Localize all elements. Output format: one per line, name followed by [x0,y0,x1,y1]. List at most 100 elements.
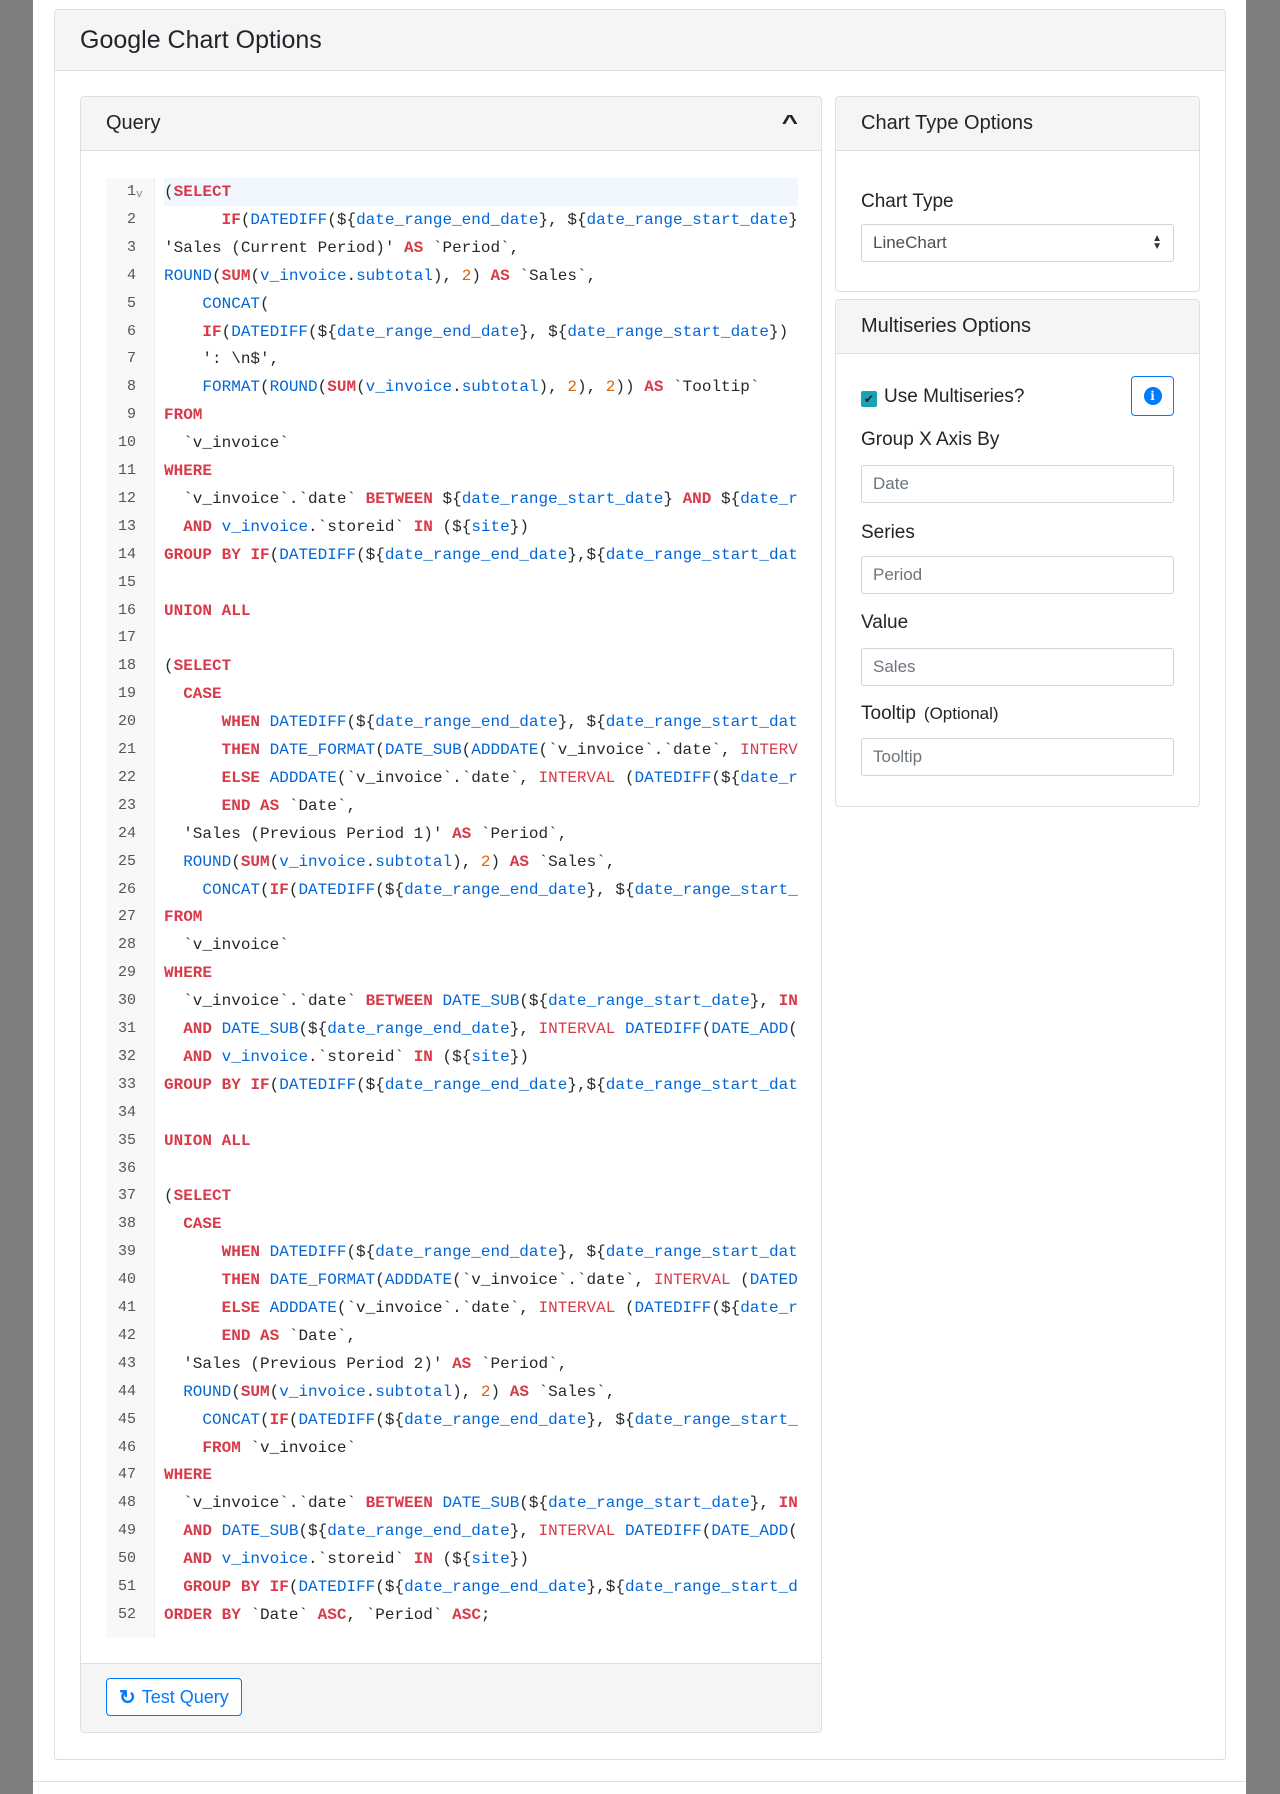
test-query-button[interactable]: ↻ Test Query [106,1678,242,1716]
code-line[interactable]: 10 `v_invoice` [106,429,798,457]
line-number: 49 [117,1522,136,1540]
series-input[interactable] [861,556,1174,594]
code-line[interactable]: 28 `v_invoice` [106,931,798,959]
tooltip-label-text: Tooltip [861,703,916,724]
code-text: END AS `Date`, [221,796,357,815]
code-line[interactable]: 37 (SELECT [106,1182,798,1210]
use-multiseries-checkbox[interactable]: ✔ [861,391,877,407]
query-header[interactable]: Query ^ [81,97,821,151]
code-text: ELSE ADDDATE(`v_invoice`.`date`, INTERVA… [221,768,798,787]
code-line[interactable]: 13 AND v_invoice.`storeid` IN (${site}) [106,513,798,541]
code-line[interactable]: 51 GROUP BY IF(DATEDIFF(${date_range_end… [106,1573,798,1601]
code-line[interactable]: 38 CASE [106,1210,798,1238]
code-line[interactable]: 6 IF(DATEDIFF(${date_range_end_date}, ${… [106,318,798,346]
code-line[interactable]: 27 FROM [106,903,798,931]
fold-arrow-icon[interactable]: v [136,181,143,209]
code-line[interactable]: 29 WHERE [106,959,798,987]
select-arrows-icon: ▲ ▼ [1152,233,1162,252]
code-text: IF(DATEDIFF(${date_range_end_date}, ${da… [221,210,798,229]
code-line[interactable]: 36 [106,1155,798,1183]
code-line[interactable]: 24 'Sales (Previous Period 1)' AS `Perio… [106,820,798,848]
code-line[interactable]: 3 'Sales (Current Period)' AS `Period`, [106,234,798,262]
code-text: (SELECT [164,657,232,676]
code-line[interactable]: 41 ELSE ADDDATE(`v_invoice`.`date`, INTE… [106,1294,798,1322]
code-line[interactable]: 46 FROM `v_invoice` [106,1434,798,1462]
code-line[interactable]: 15 [106,569,798,597]
code-line[interactable]: 11 WHERE [106,457,798,485]
code-line[interactable]: 1 v (SELECT [106,178,798,206]
code-line[interactable]: 52 ORDER BY `Date` ASC, `Period` ASC; [106,1601,798,1629]
code-line[interactable]: 2 IF(DATEDIFF(${date_range_end_date}, ${… [106,206,798,234]
code-line[interactable]: 26 CONCAT(IF(DATEDIFF(${date_range_end_d… [106,876,798,904]
code-line[interactable]: 39 WHEN DATEDIFF(${date_range_end_date},… [106,1238,798,1266]
code-line[interactable]: 45 CONCAT(IF(DATEDIFF(${date_range_end_d… [106,1406,798,1434]
chart-type-select[interactable]: LineChart ▲ ▼ [861,224,1174,262]
value-label: Value [861,612,909,633]
code-line[interactable]: 16 UNION ALL [106,597,798,625]
sql-editor[interactable]: 1 v (SELECT 2 IF(DATEDIFF(${date_range_end_… [106,178,798,1638]
tooltip-label: Tooltip (Optional) [861,703,999,725]
code-text: `v_invoice` [183,434,289,453]
code-line[interactable]: 47 WHERE [106,1461,798,1489]
query-footer: ↻ Test Query [81,1663,821,1732]
chevron-up-icon[interactable]: ^ [782,112,798,135]
code-line[interactable]: 49 AND DATE_SUB(${date_range_end_date}, … [106,1517,798,1545]
line-number: 35 [117,1131,136,1149]
line-number: 46 [117,1438,136,1456]
code-line[interactable]: 33 GROUP BY IF(DATEDIFF(${date_range_end_… [106,1071,798,1099]
code-text: CONCAT(IF(DATEDIFF(${date_range_end_date… [202,1410,798,1429]
code-line[interactable]: 30 `v_invoice`.`date` BETWEEN DATE_SUB($… [106,987,798,1015]
code-line[interactable]: 17 [106,624,798,652]
code-text: (SELECT [164,1187,232,1206]
code-line[interactable]: 4 ROUND(SUM(v_invoice.subtotal), 2) AS `S… [106,262,798,290]
code-text: FORMAT(ROUND(SUM(v_invoice.subtotal), 2)… [202,378,760,397]
value-input[interactable] [861,648,1174,686]
code-text: GROUP BY IF(DATEDIFF(${date_range_end_da… [183,1578,798,1596]
code-line[interactable]: 43 'Sales (Previous Period 2)' AS `Perio… [106,1350,798,1378]
chart-type-header: Chart Type Options [836,97,1199,151]
code-line[interactable]: 32 AND v_invoice.`storeid` IN (${site}) [106,1043,798,1071]
test-query-label: Test Query [141,1686,229,1707]
code-line[interactable]: 42 END AS `Date`, [106,1322,798,1350]
code-line[interactable]: 5 CONCAT( [106,290,798,318]
multiseries-title: Multiseries Options [861,315,1032,337]
code-line[interactable]: 20 WHEN DATEDIFF(${date_range_end_date},… [106,708,798,736]
tooltip-input[interactable] [861,738,1174,776]
code-line[interactable]: 21 THEN DATE_FORMAT(DATE_SUB(ADDDATE(`v_… [106,736,798,764]
code-line[interactable]: 8 FORMAT(ROUND(SUM(v_invoice.subtotal), … [106,373,798,401]
code-line[interactable]: 34 [106,1099,798,1127]
code-line[interactable]: 44 ROUND(SUM(v_invoice.subtotal), 2) AS … [106,1378,798,1406]
code-text: UNION ALL [164,601,251,620]
line-number: 42 [117,1326,136,1344]
code-line[interactable]: 14 GROUP BY IF(DATEDIFF(${date_range_end_… [106,541,798,569]
code-line[interactable]: 50 AND v_invoice.`storeid` IN (${site}) [106,1545,798,1573]
group-x-axis-input[interactable] [861,465,1174,503]
code-text: AND DATE_SUB(${date_range_end_date}, INT… [183,1522,798,1541]
info-icon: i [1143,387,1162,405]
code-line[interactable]: 25 ROUND(SUM(v_invoice.subtotal), 2) AS … [106,848,798,876]
code-line[interactable]: 19 CASE [106,680,798,708]
code-text: END AS `Date`, [221,1326,357,1345]
info-button[interactable]: i [1131,376,1174,416]
code-text: GROUP BY IF(DATEDIFF(${date_range_end_da… [164,545,798,564]
code-line[interactable]: 18 (SELECT [106,652,798,680]
code-text: `v_invoice`.`date` BETWEEN ${date_range_… [183,489,798,508]
code-line[interactable]: 7 ': \n$', [106,345,798,373]
code-line[interactable]: 31 AND DATE_SUB(${date_range_end_date}, … [106,1015,798,1043]
code-line[interactable]: 12 `v_invoice`.`date` BETWEEN ${date_ran… [106,485,798,513]
code-text: (SELECT [164,178,798,206]
code-line[interactable]: 48 `v_invoice`.`date` BETWEEN DATE_SUB($… [106,1489,798,1517]
code-line[interactable]: 22 ELSE ADDDATE(`v_invoice`.`date`, INTE… [106,764,798,792]
line-number: 12 [117,489,136,507]
code-text: GROUP BY IF(DATEDIFF(${date_range_end_da… [164,1075,798,1094]
line-number: 31 [117,1020,136,1037]
code-line[interactable]: 23 END AS `Date`, [106,792,798,820]
line-number: 24 [117,824,136,842]
code-text: ROUND(SUM(v_invoice.subtotal), 2) AS `Sa… [164,266,597,285]
line-number: 39 [117,1243,136,1261]
code-text: AND DATE_SUB(${date_range_end_date}, INT… [183,1020,798,1038]
code-line[interactable]: 9 FROM [106,401,798,429]
code-line[interactable]: 40 THEN DATE_FORMAT(ADDDATE(`v_invoice`.… [106,1266,798,1294]
code-line[interactable]: 35 UNION ALL [106,1127,798,1155]
